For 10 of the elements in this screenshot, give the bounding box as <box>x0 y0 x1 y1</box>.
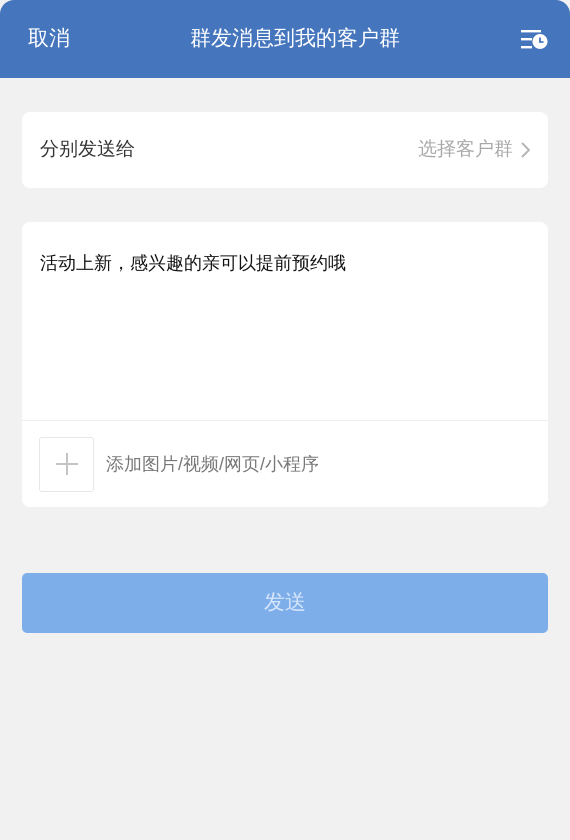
recipient-row[interactable]: 分别发送给 选择客户群 <box>22 112 548 188</box>
page-title: 群发消息到我的客户群 <box>190 26 400 52</box>
plus-icon <box>56 453 78 475</box>
scheduled-list-icon[interactable] <box>520 28 548 50</box>
cancel-button[interactable]: 取消 <box>28 23 70 55</box>
message-input[interactable]: 活动上新，感兴趣的亲可以提前预约哦 <box>22 222 548 420</box>
chevron-right-icon <box>521 142 530 158</box>
attachment-hint: 添加图片/视频/网页/小程序 <box>106 452 320 476</box>
recipient-label: 分别发送给 <box>40 138 135 162</box>
select-group-link[interactable]: 选择客户群 <box>418 136 513 164</box>
